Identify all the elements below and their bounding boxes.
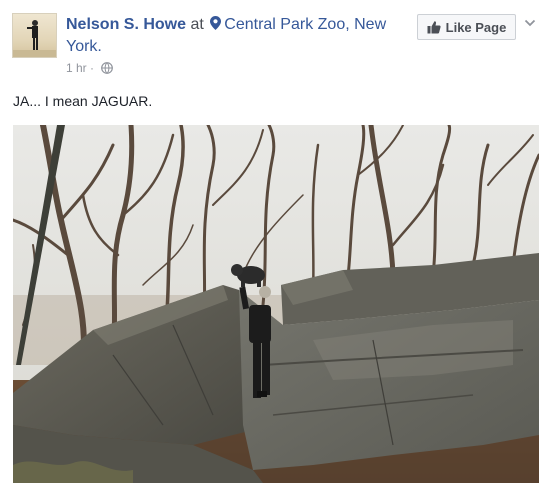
facebook-post: Nelson S. Howe at Central Park Zoo, New … (0, 0, 550, 493)
photo-scene (13, 125, 539, 483)
like-page-button[interactable]: Like Page (417, 14, 516, 40)
meta-separator: · (90, 61, 95, 75)
map-pin-icon (210, 16, 222, 30)
author-avatar[interactable] (12, 13, 57, 58)
chevron-down-icon[interactable] (524, 17, 536, 29)
author-name-link[interactable]: Nelson S. Howe (66, 16, 186, 33)
post-photo[interactable] (13, 125, 539, 483)
post-meta: 1 hr · (66, 60, 114, 76)
post-message: JA... I mean JAGUAR. (13, 93, 153, 109)
at-label: at (190, 16, 204, 33)
globe-icon[interactable] (101, 62, 114, 74)
post-header: Nelson S. Howe at Central Park Zoo, New … (66, 14, 404, 58)
like-page-label: Like Page (445, 19, 507, 35)
thumbs-up-icon (427, 21, 441, 34)
post-timestamp[interactable]: 1 hr (66, 61, 87, 75)
